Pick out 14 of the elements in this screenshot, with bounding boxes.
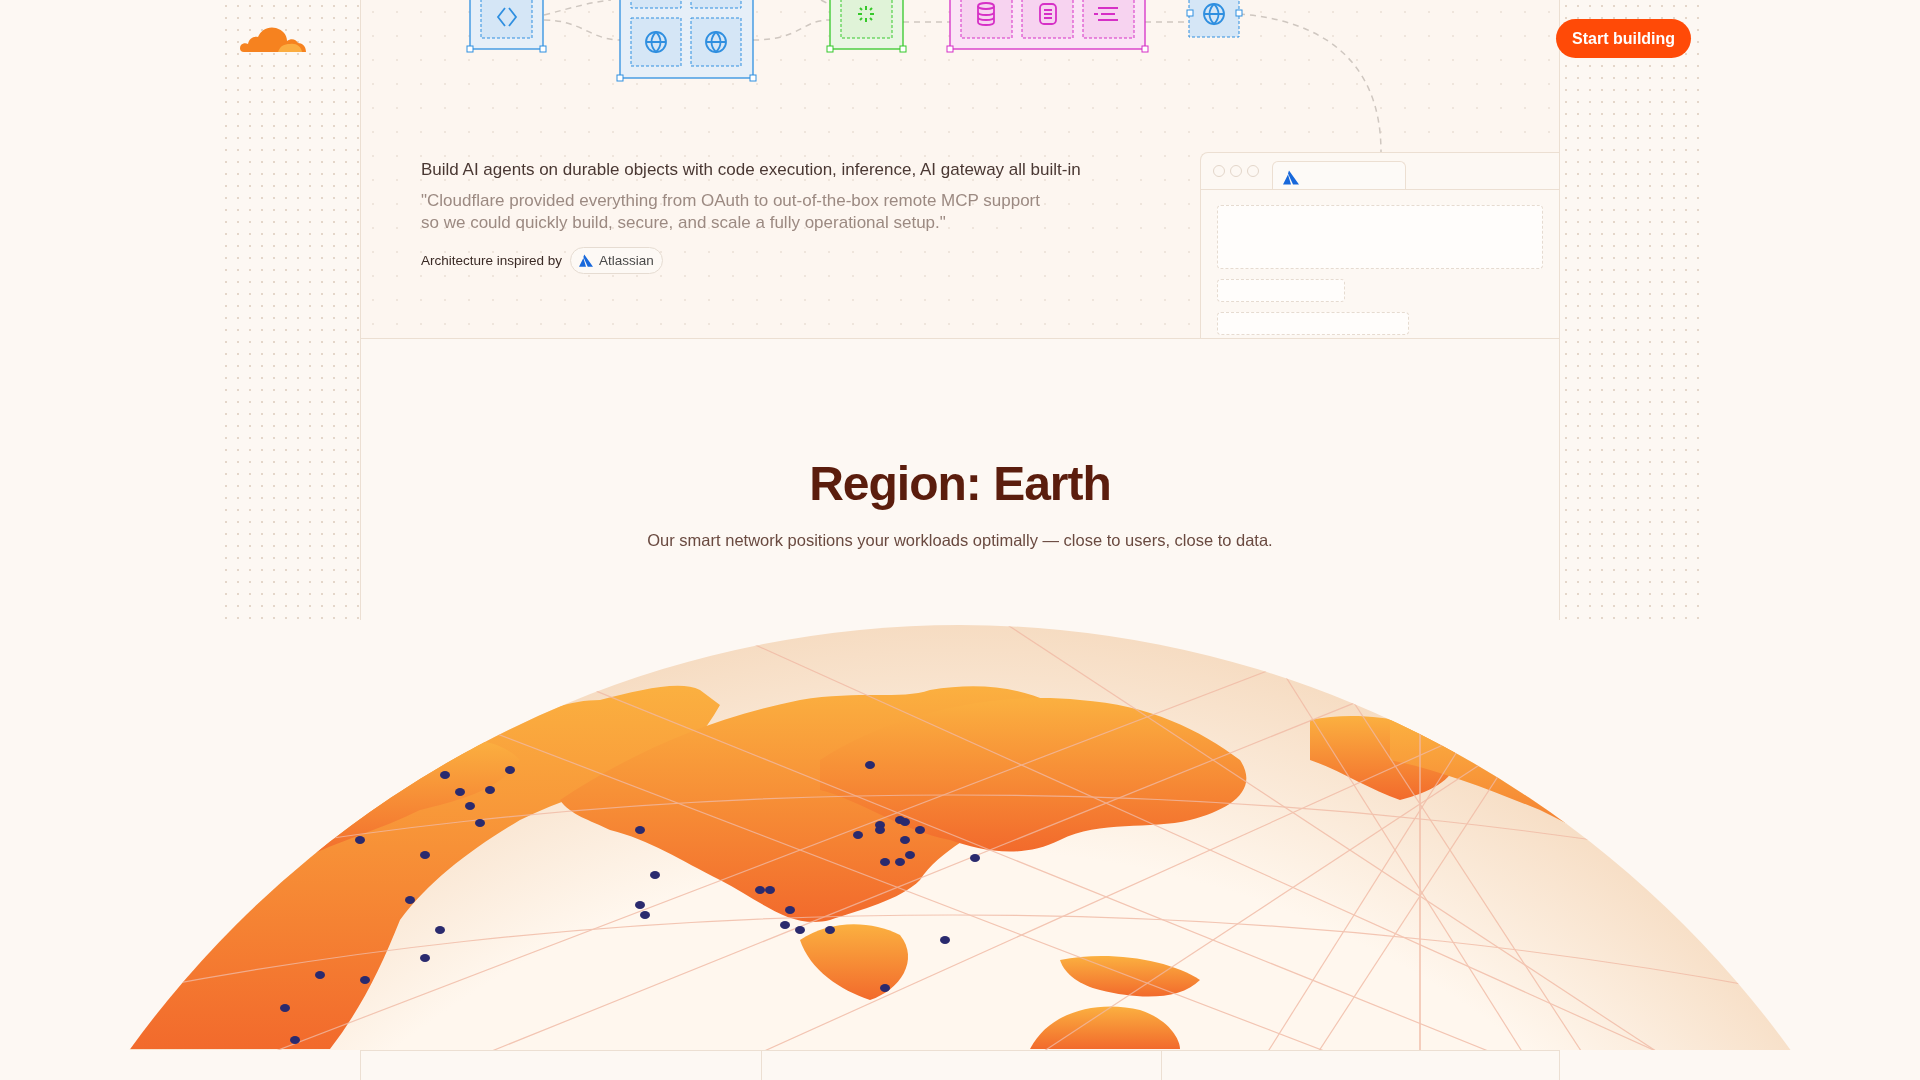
code-node-icon [466,0,547,53]
globe-grid-node-icon [616,0,757,82]
feature-headline: Build AI agents on durable objects with code execution, inference, AI gateway all built-in [421,160,1081,180]
storage-node-icon [946,0,1149,53]
triangle-logo-icon [579,254,594,267]
customer-quote: "Cloudflare provided everything from OAuth to out-of-the-box remote MCP support so we could quickly build, secure, and scale a fully operational setup." [421,190,1041,234]
attribution-label: Architecture inspired by [421,253,563,268]
triangle-logo-icon [1283,170,1299,185]
section-subtitle: Our smart network positions your workloads optimally — close to users, close to data. [647,531,1273,550]
globe-node-icon [1186,0,1243,38]
sparkle-node-icon [826,0,907,53]
partner-badge[interactable]: Atlassian [570,247,663,274]
partner-name: Atlassian [599,253,654,268]
section-title: Region: Earth [809,456,1111,511]
